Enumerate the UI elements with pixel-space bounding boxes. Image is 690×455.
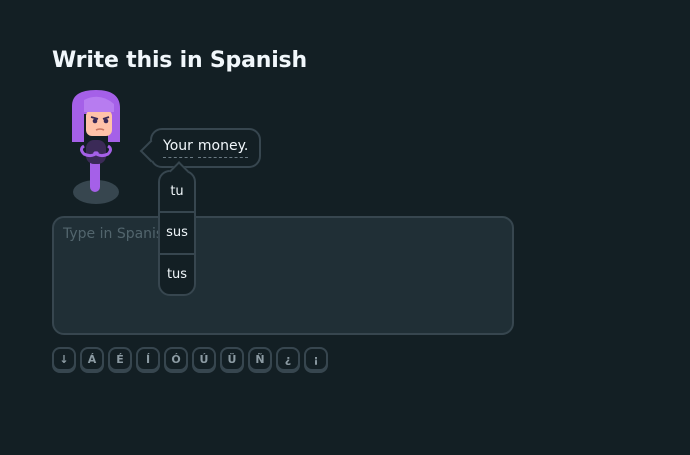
key-u-acute[interactable]: Ú	[192, 347, 216, 371]
hint-popover: tu sus tus	[158, 161, 196, 296]
hint-option-sus[interactable]: sus	[160, 211, 194, 252]
special-characters-keyboard: ↓ Á É Í Ó Ú Ü Ñ ¿ ¡	[52, 347, 328, 371]
speech-bubble: Your money.	[139, 128, 262, 168]
key-inverted-exclamation[interactable]: ¡	[304, 347, 328, 371]
key-n-tilde[interactable]: Ñ	[248, 347, 272, 371]
prompt-sentence: Your money.	[163, 138, 249, 158]
answer-input[interactable]	[54, 218, 512, 333]
hint-option-tu[interactable]: tu	[160, 172, 194, 211]
prompt-word-your[interactable]: Your	[163, 138, 193, 158]
key-o-acute[interactable]: Ó	[164, 347, 188, 371]
key-i-acute[interactable]: Í	[136, 347, 160, 371]
key-e-acute[interactable]: É	[108, 347, 132, 371]
answer-area	[52, 216, 514, 335]
key-inverted-question[interactable]: ¿	[276, 347, 300, 371]
keyboard-toggle-key[interactable]: ↓	[52, 347, 76, 371]
character-lily-icon	[62, 88, 128, 208]
prompt-word-money[interactable]: money.	[197, 138, 249, 158]
hint-option-tus[interactable]: tus	[160, 252, 194, 294]
page-title: Write this in Spanish	[52, 48, 307, 73]
speech-bubble-tail	[139, 139, 163, 163]
key-u-umlaut[interactable]: Ü	[220, 347, 244, 371]
key-a-acute[interactable]: Á	[80, 347, 104, 371]
